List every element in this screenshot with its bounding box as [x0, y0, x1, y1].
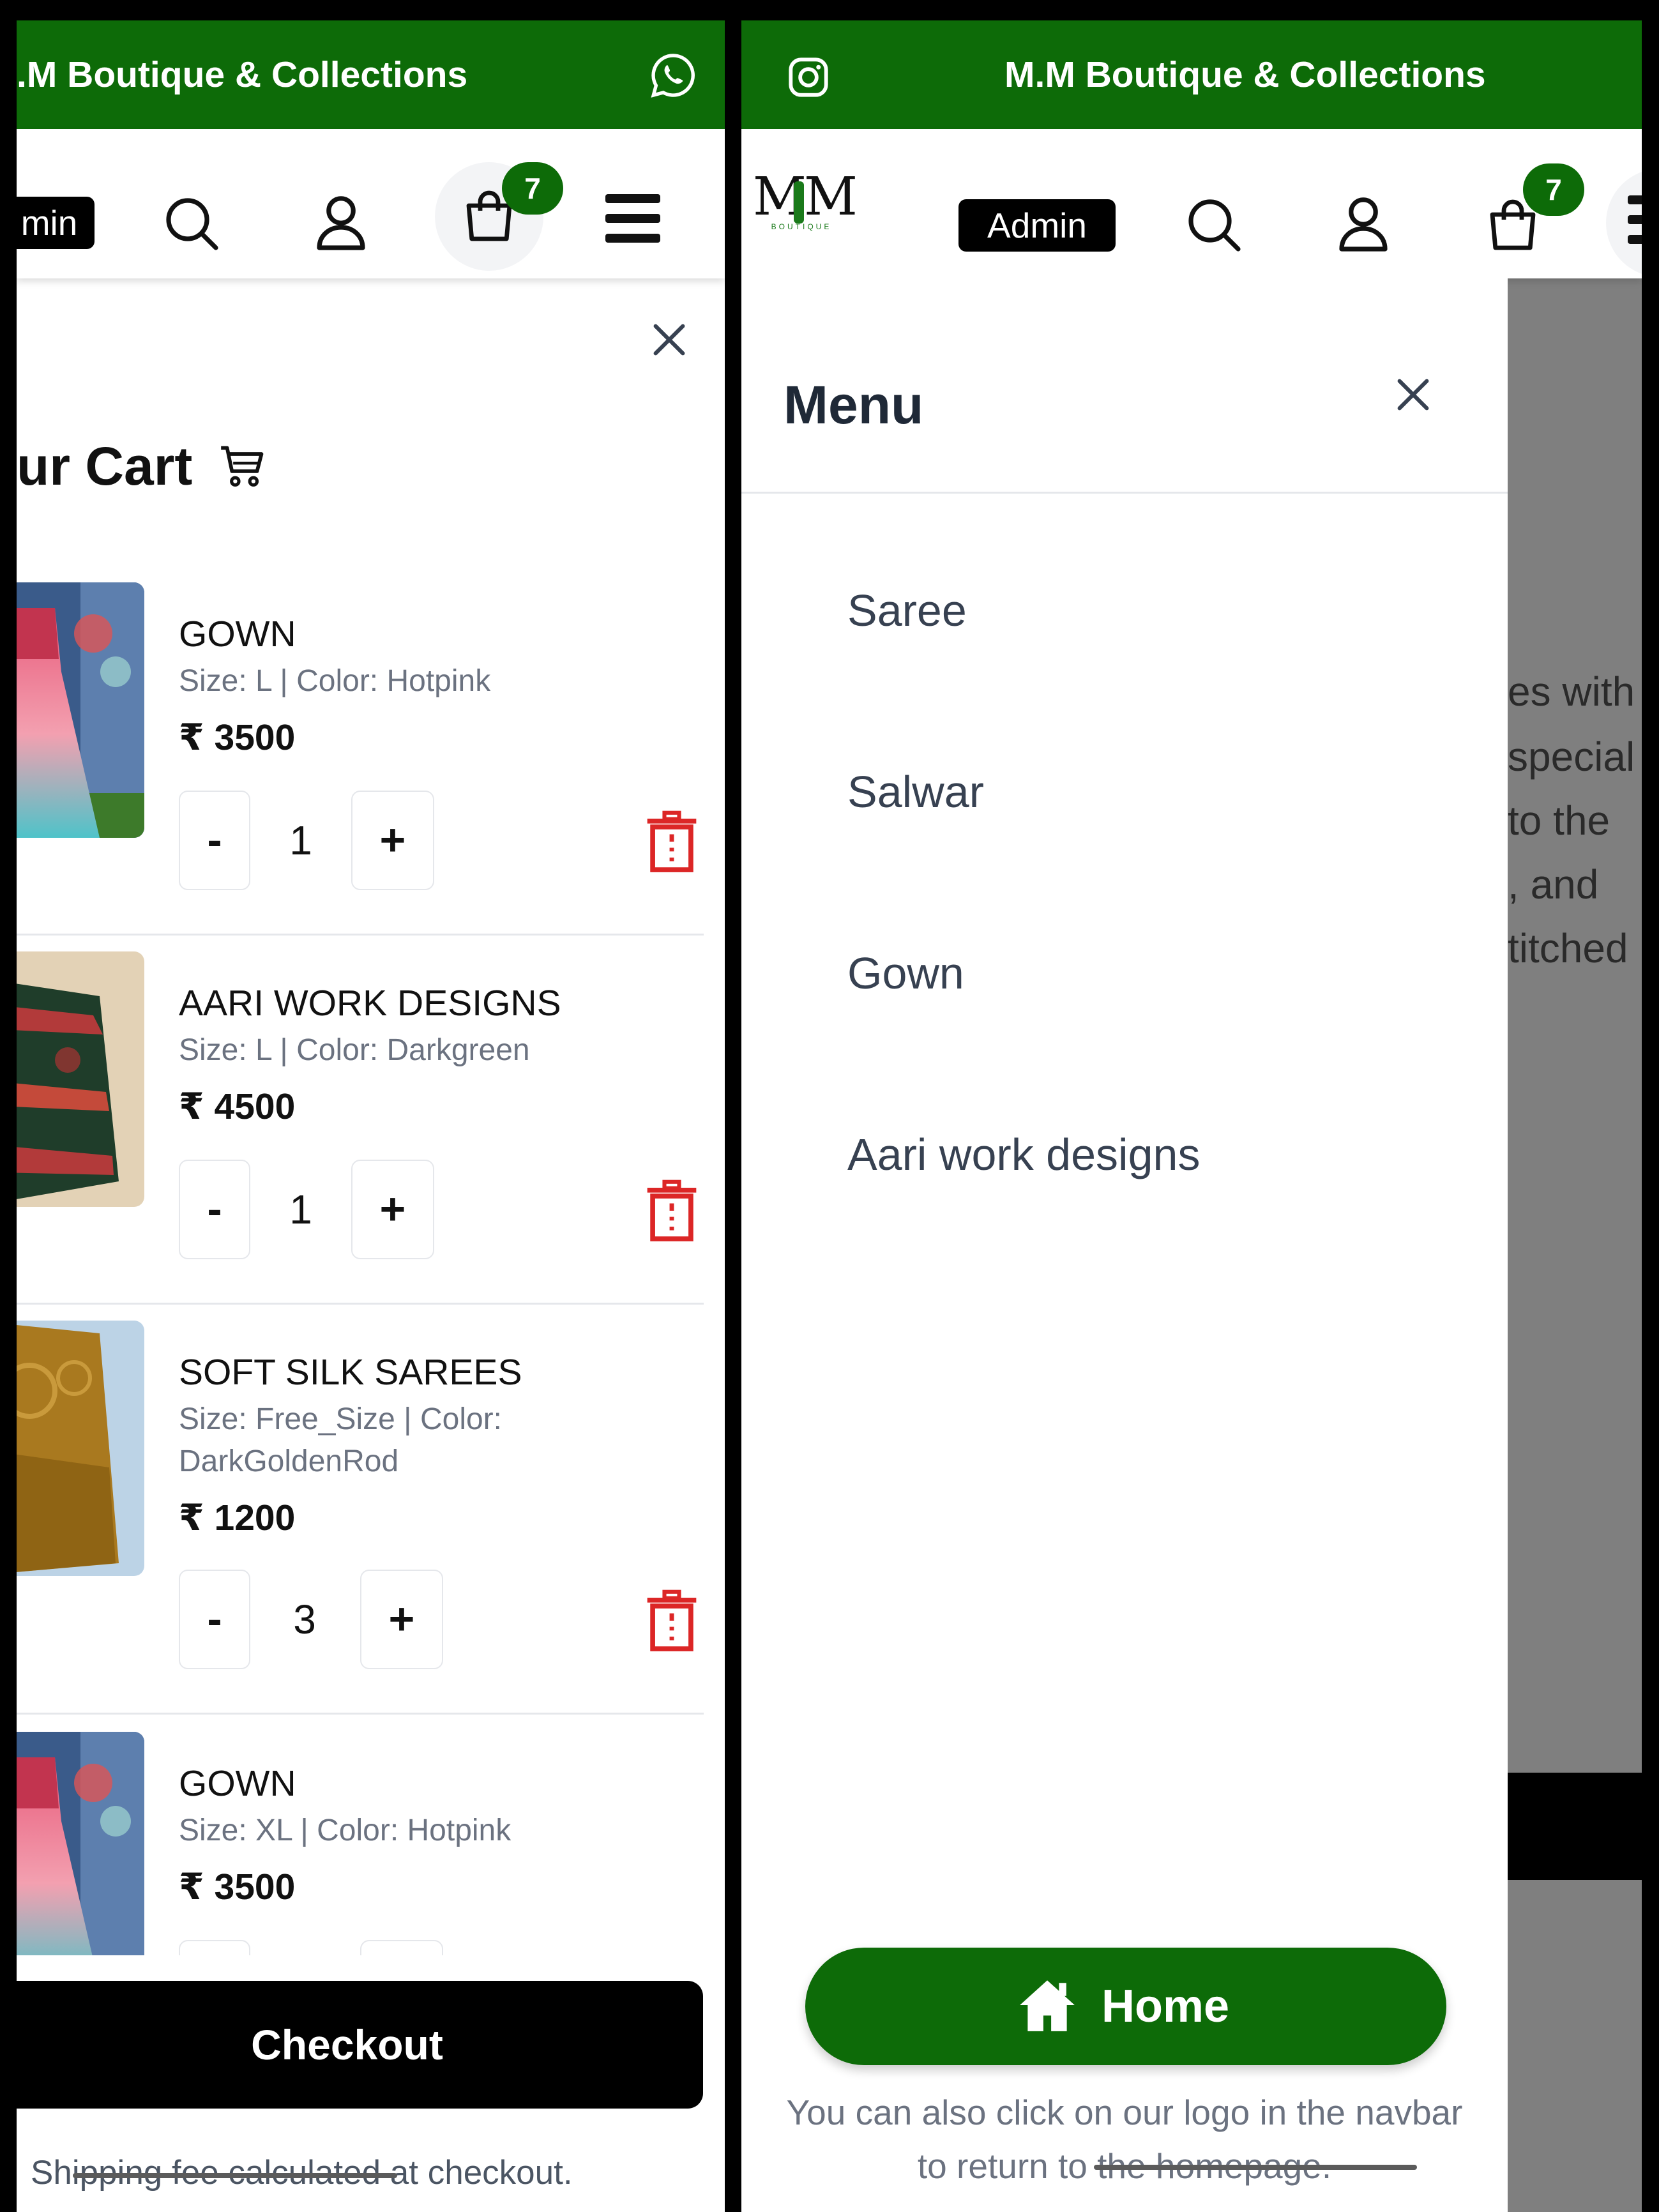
decrease-qty-button[interactable]: -: [179, 1160, 250, 1259]
menu-item-aari-work-designs[interactable]: Aari work designs: [847, 1129, 1200, 1180]
decrease-qty-button[interactable]: -: [179, 1570, 250, 1669]
home-indicator: [73, 2173, 397, 2178]
qty-value: 1: [289, 1186, 312, 1232]
menu-panel: M.M Boutique & Collections MM BOUTIQUE A…: [741, 20, 1642, 2212]
page-overlay[interactable]: es with special to the , and titched: [1508, 278, 1642, 2212]
qty-value: 3: [293, 1596, 316, 1642]
home-button-label: Home: [1102, 1981, 1230, 2032]
top-banner: .M Boutique & Collections: [17, 20, 725, 129]
background-text: to the: [1508, 798, 1610, 844]
increase-qty-button[interactable]: +: [360, 1570, 443, 1669]
cart-count-badge: 7: [502, 162, 563, 215]
checkout-button[interactable]: Checkout: [17, 1981, 703, 2109]
trash-icon[interactable]: [642, 1179, 701, 1243]
navbar: min 7: [17, 129, 725, 278]
admin-badge[interactable]: min: [17, 197, 95, 249]
item-price: ₹ 4500: [179, 1086, 296, 1127]
cart-heading: ur Cart: [17, 436, 268, 497]
item-price: ₹ 3500: [179, 1867, 296, 1907]
menu-title: Menu: [784, 375, 924, 435]
product-image[interactable]: [17, 582, 144, 838]
background-strip: [1508, 1773, 1642, 1880]
user-icon[interactable]: [1333, 192, 1394, 255]
hamburger-icon: [1628, 195, 1642, 244]
logo-subtext: BOUTIQUE: [771, 222, 832, 231]
product-image[interactable]: [17, 1732, 144, 1955]
top-banner: M.M Boutique & Collections: [741, 20, 1642, 129]
qty-value: 1: [289, 817, 312, 863]
home-note: You can also click on our logo in the na…: [786, 2093, 1463, 2186]
item-name: AARI WORK DESIGNS: [179, 983, 561, 1024]
home-icon: [1016, 1976, 1079, 2034]
product-image[interactable]: [17, 1321, 144, 1576]
instagram-icon[interactable]: [786, 55, 831, 100]
menu-item-gown[interactable]: Gown: [847, 948, 964, 999]
increase-qty-button[interactable]: +: [351, 791, 434, 890]
close-icon[interactable]: [1393, 374, 1434, 415]
home-button[interactable]: Home: [805, 1948, 1446, 2065]
decrease-qty-button[interactable]: [179, 1940, 250, 1955]
whatsapp-icon[interactable]: [649, 51, 697, 100]
logo-figure: [794, 181, 804, 223]
cart-count-badge: 7: [1523, 163, 1584, 216]
home-indicator: [1094, 2165, 1417, 2170]
menu-drawer: Menu Saree Salwar Gown Aari work designs…: [741, 278, 1508, 2212]
item-name: SOFT SILK SAREES: [179, 1352, 522, 1393]
product-image[interactable]: [17, 951, 144, 1207]
item-meta: Size: L | Color: Hotpink: [179, 664, 491, 698]
menu-divider: [741, 492, 1508, 494]
site-logo[interactable]: MM BOUTIQUE: [753, 167, 858, 238]
item-price: ₹ 3500: [179, 717, 296, 758]
menu-button[interactable]: [1606, 169, 1642, 277]
decrease-qty-button[interactable]: -: [179, 791, 250, 890]
item-price: ₹ 1200: [179, 1497, 296, 1538]
navbar: MM BOUTIQUE Admin 7: [741, 129, 1642, 278]
item-meta: Size: L | Color: Darkgreen: [179, 1033, 530, 1067]
admin-badge[interactable]: Admin: [958, 199, 1116, 252]
trash-icon[interactable]: [642, 1589, 701, 1653]
divider: [17, 934, 704, 936]
hamburger-icon[interactable]: [605, 194, 660, 243]
item-name: GOWN: [179, 614, 296, 655]
background-text: es with: [1508, 669, 1635, 715]
item-name: GOWN: [179, 1763, 296, 1804]
increase-qty-button[interactable]: [360, 1940, 443, 1955]
brand-title: M.M Boutique & Collections: [1004, 54, 1486, 95]
cart-icon: [219, 444, 268, 489]
item-meta: Size: Free_Size | Color: DarkGoldenRod: [179, 1402, 502, 1478]
search-icon[interactable]: [1183, 194, 1245, 255]
divider: [17, 1713, 704, 1715]
background-text: , and: [1508, 861, 1599, 907]
close-icon[interactable]: [649, 319, 690, 360]
search-icon[interactable]: [161, 193, 222, 254]
trash-icon[interactable]: [642, 810, 701, 874]
menu-item-salwar[interactable]: Salwar: [847, 766, 984, 817]
increase-qty-button[interactable]: +: [351, 1160, 434, 1259]
item-meta: Size: XL | Color: Hotpink: [179, 1814, 511, 1847]
cart-heading-text: ur Cart: [17, 436, 193, 496]
background-text: titched: [1508, 925, 1628, 971]
brand-title: .M Boutique & Collections: [17, 54, 468, 95]
cart-panel: .M Boutique & Collections min 7 ur Cart: [17, 20, 725, 2212]
divider: [17, 1303, 704, 1305]
background-text: special: [1508, 734, 1635, 780]
user-icon[interactable]: [310, 190, 372, 254]
menu-item-saree[interactable]: Saree: [847, 585, 967, 636]
cart-items-list: GOWN Size: L | Color: Hotpink ₹ 3500 - 1…: [17, 582, 725, 1955]
